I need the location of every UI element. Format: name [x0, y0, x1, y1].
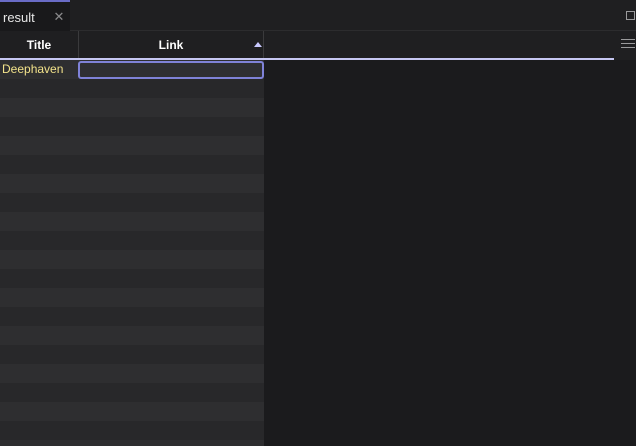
header-row: Title Link	[0, 31, 636, 60]
empty-row	[0, 174, 264, 193]
grid-empty-space	[264, 60, 636, 446]
empty-row	[0, 345, 264, 364]
tab-result[interactable]: result ✕	[0, 0, 70, 31]
empty-row	[0, 155, 264, 174]
table-row[interactable]: Deephaven	[0, 60, 264, 79]
empty-row	[0, 136, 264, 155]
empty-row	[0, 79, 264, 98]
tab-label: result	[3, 10, 35, 25]
grid-body[interactable]: Deephaven	[0, 60, 264, 446]
empty-row	[0, 307, 264, 326]
empty-row	[0, 250, 264, 269]
empty-row	[0, 364, 264, 383]
empty-row	[0, 231, 264, 250]
link-cell-editor[interactable]	[78, 61, 264, 79]
empty-row	[0, 117, 264, 136]
empty-row	[0, 288, 264, 307]
empty-row	[0, 98, 264, 117]
empty-row	[0, 193, 264, 212]
data-grid[interactable]: Title Link Deephaven	[0, 31, 636, 446]
result-panel: result ✕ Title Link Deephaven	[0, 0, 636, 446]
empty-row	[0, 440, 264, 446]
empty-row	[0, 326, 264, 345]
hamburger-menu-icon[interactable]	[621, 39, 635, 49]
empty-row	[0, 269, 264, 288]
empty-row	[0, 212, 264, 231]
tab-bar: result ✕	[0, 0, 636, 31]
column-header-title[interactable]: Title	[0, 31, 79, 59]
empty-row	[0, 402, 264, 421]
maximize-icon[interactable]	[626, 11, 635, 20]
empty-row	[0, 383, 264, 402]
cell-title[interactable]: Deephaven	[2, 60, 63, 79]
empty-row	[0, 421, 264, 440]
sort-ascending-icon	[254, 42, 262, 47]
column-header-link[interactable]: Link	[79, 31, 264, 59]
close-icon[interactable]: ✕	[53, 10, 65, 23]
